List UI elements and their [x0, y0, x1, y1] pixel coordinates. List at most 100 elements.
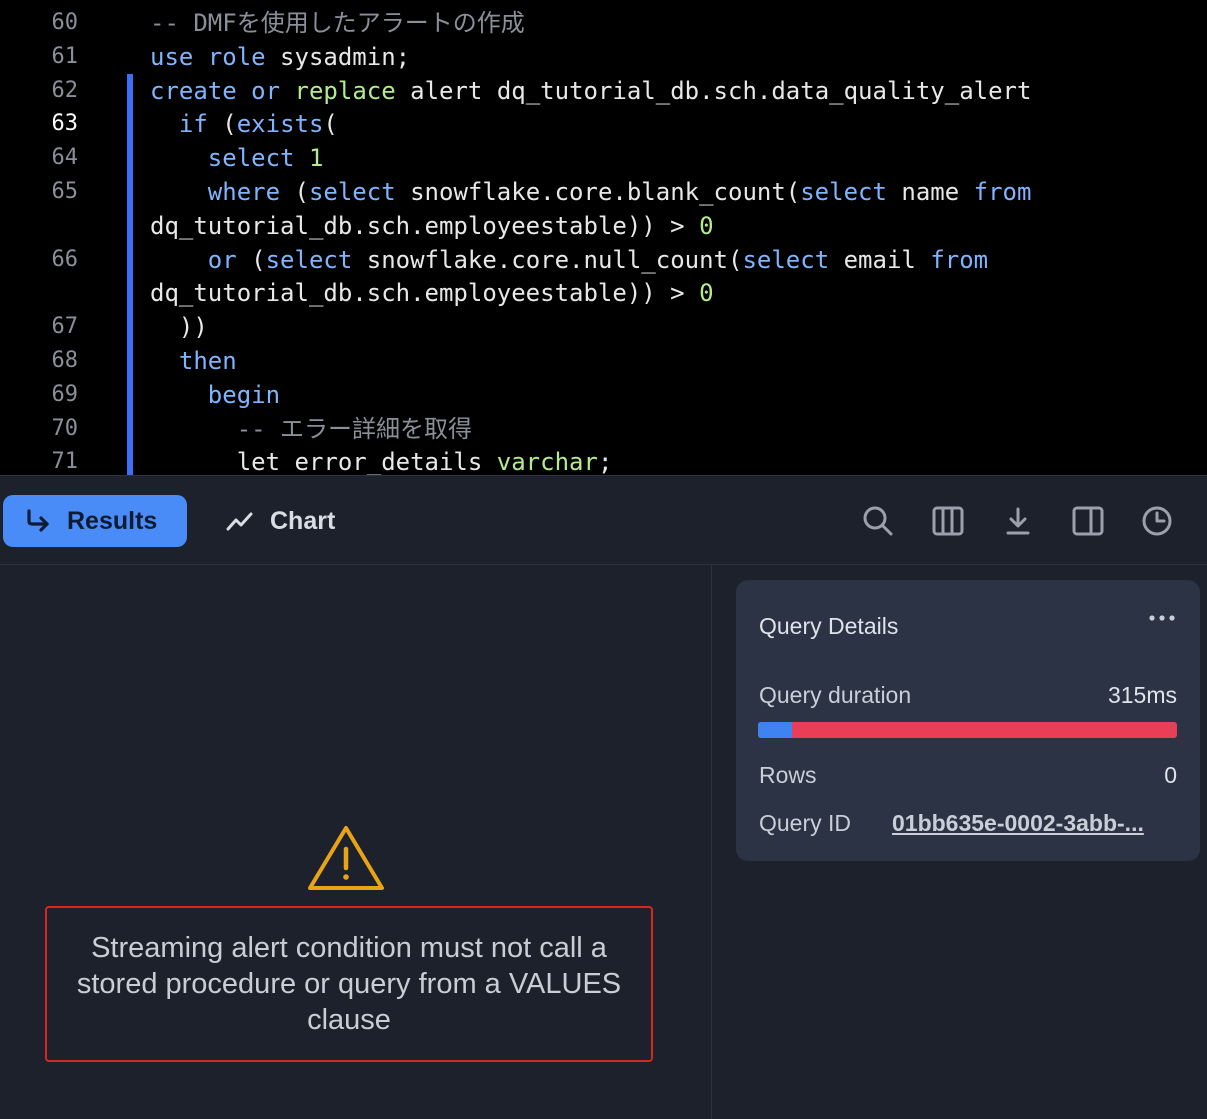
code-token: select — [308, 178, 396, 206]
code-token: alert dq_tutorial_db.sch.data_quality_al… — [395, 76, 1032, 105]
line-number: 61 — [51, 43, 79, 69]
change-indicator — [127, 377, 133, 412]
code-token: )) — [150, 313, 208, 342]
code-token: select — [800, 178, 887, 206]
code-token: if — [178, 110, 208, 139]
code-editor[interactable]: 60 -- DMFを使用したアラートの作成 61 use role sysadmin;… — [0, 0, 1207, 475]
duration-bar — [758, 722, 1177, 738]
rows-label: Rows — [759, 762, 817, 788]
line-number: 67 — [51, 314, 79, 340]
line-number: 70 — [51, 415, 79, 441]
more-options-icon[interactable] — [1147, 608, 1177, 628]
code-token: 0 — [699, 279, 714, 308]
line-number: 63 — [51, 111, 79, 137]
query-id-label: Query ID — [759, 810, 852, 836]
line-number: 65 — [51, 179, 79, 204]
history-icon[interactable] — [1140, 504, 1174, 538]
code-token: begin — [207, 380, 281, 409]
code-text: if (exists( — [150, 107, 338, 141]
change-indicator — [127, 73, 133, 108]
code-text: use role sysadmin; — [150, 40, 410, 74]
code-line[interactable]: dq_tutorial_db.sch.employeestable)) > 0 — [0, 208, 1207, 243]
code-line[interactable]: 64 select 1 — [0, 141, 1207, 176]
code-text: then — [150, 344, 237, 378]
line-number: 64 — [51, 145, 79, 171]
change-indicator — [127, 310, 133, 345]
code-line[interactable]: 70 -- エラー詳細を取得 — [0, 411, 1207, 446]
code-token: let error_details — [150, 448, 497, 475]
tab-chart-label: Chart — [270, 506, 336, 535]
code-line[interactable]: 69 begin — [0, 377, 1207, 412]
tab-chart[interactable]: Chart — [216, 495, 366, 547]
rows-value: 0 — [1164, 762, 1177, 788]
columns-icon[interactable] — [931, 504, 965, 538]
code-token: where — [207, 178, 281, 206]
code-token: or — [251, 76, 281, 105]
code-line[interactable]: 71 let error_details varchar; — [0, 445, 1207, 475]
search-icon[interactable] — [861, 504, 895, 538]
code-line[interactable]: 60 -- DMFを使用したアラートの作成 — [0, 6, 1207, 40]
code-line[interactable]: 66 or (select snowflake.core.null_count(… — [0, 242, 1207, 277]
warning-icon — [306, 824, 386, 892]
query-id-link[interactable]: 01bb635e-0002-3abb-... — [892, 810, 1177, 837]
code-token: create — [150, 76, 237, 105]
code-token: 1 — [308, 144, 324, 173]
query-duration-value: 315ms — [1107, 682, 1177, 708]
code-token: -- エラー詳細を取得 — [236, 414, 473, 443]
code-text: -- エラー詳細を取得 — [150, 412, 472, 446]
code-line[interactable]: 68 then — [0, 344, 1207, 378]
code-text: -- DMFを使用したアラートの作成 — [150, 6, 525, 40]
code-line[interactable]: 65 where (select snowflake.core.blank_co… — [0, 175, 1207, 209]
results-pane: Streaming alert condition must not call … — [0, 565, 712, 1119]
code-text: select 1 — [150, 141, 324, 175]
code-token: ( — [280, 178, 309, 206]
code-line[interactable]: 63 if (exists( — [0, 107, 1207, 142]
change-indicator — [127, 107, 133, 142]
code-text: begin — [150, 378, 280, 412]
code-token: dq_tutorial_db.sch.employeestable)) > — [150, 279, 700, 308]
code-token: replace — [294, 76, 396, 105]
arrow-turn-down-right-icon — [25, 509, 53, 533]
tab-results-label: Results — [67, 506, 158, 535]
code-token: select — [742, 245, 830, 274]
error-message-box: Streaming alert condition must not call … — [45, 906, 653, 1062]
line-chart-icon — [226, 510, 254, 532]
duration-bar-fill — [758, 722, 792, 738]
code-token: exists — [236, 110, 324, 139]
code-line[interactable]: dq_tutorial_db.sch.employeestable)) > 0 — [0, 276, 1207, 311]
error-message: Streaming alert condition must not call … — [76, 932, 622, 1036]
line-number: 60 — [51, 10, 79, 35]
change-indicator — [127, 175, 133, 209]
code-token: then — [178, 347, 237, 375]
query-details-title: Query Details — [759, 613, 899, 639]
code-token: ( — [236, 245, 266, 274]
code-text: create or replace alert dq_tutorial_db.s… — [150, 74, 1031, 108]
sidebar-toggle-icon[interactable] — [1071, 504, 1105, 538]
code-token: -- DMFを使用したアラートの作成 — [150, 9, 525, 37]
change-indicator — [127, 141, 133, 176]
code-token: role — [207, 42, 266, 71]
line-number: 69 — [51, 381, 79, 407]
code-token: ; — [597, 448, 613, 475]
download-icon[interactable] — [1001, 504, 1035, 538]
change-indicator — [127, 242, 133, 277]
code-text: dq_tutorial_db.sch.employeestable)) > 0 — [150, 209, 714, 243]
code-token: snowflake.core.blank_count( — [395, 178, 801, 206]
code-token: or — [207, 245, 237, 274]
tab-results[interactable]: Results — [3, 495, 187, 547]
results-toolbar: Results Chart — [0, 475, 1207, 565]
code-line[interactable]: 61 use role sysadmin; — [0, 40, 1207, 74]
code-token: name — [886, 178, 974, 206]
query-details-card: Query Details Query duration 315ms Rows … — [736, 580, 1200, 861]
code-line[interactable]: 62 create or replace alert dq_tutorial_db… — [0, 73, 1207, 108]
code-line[interactable]: 67 )) — [0, 310, 1207, 345]
